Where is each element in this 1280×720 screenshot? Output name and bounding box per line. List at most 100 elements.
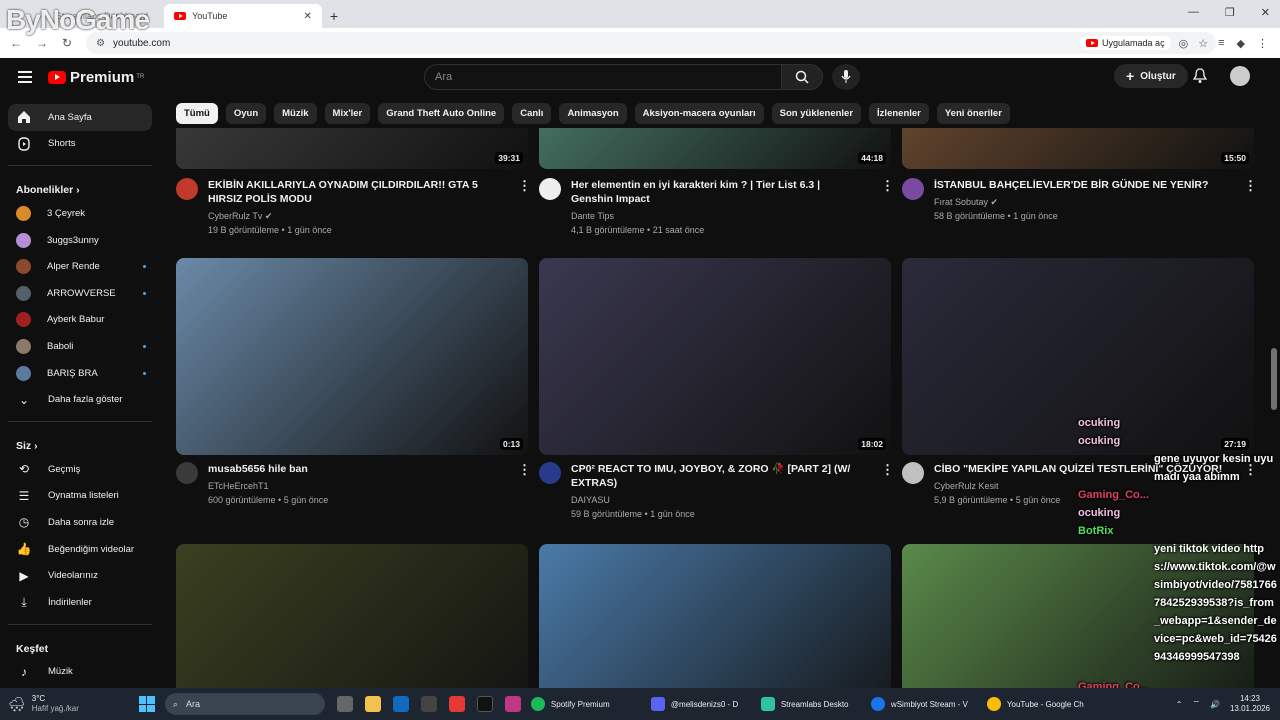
- tray-chevron-icon[interactable]: ⌃: [1176, 700, 1183, 709]
- sidebar-item-downloads[interactable]: ⤓ İndirilenler: [8, 589, 152, 616]
- taskbar-app-chrome[interactable]: YouTube - Google Ch: [986, 697, 1093, 711]
- back-icon[interactable]: ←: [10, 36, 22, 50]
- chip-mixes[interactable]: Mix'ler: [324, 103, 371, 124]
- sidebar-item-sub-3[interactable]: ARROWVERSE: [8, 280, 152, 307]
- subscriptions-heading[interactable]: Abonelikler ›: [0, 174, 160, 200]
- channel-name[interactable]: Fırat Sobutay: [934, 197, 988, 207]
- video-title[interactable]: Her elementin en iyi karakteri kim ? | T…: [571, 178, 861, 206]
- search-input[interactable]: Ara: [424, 64, 782, 90]
- more-actions-icon[interactable]: ⋮: [1244, 178, 1256, 194]
- sidebar-item-sub-0[interactable]: 3 Çeyrek: [8, 200, 152, 227]
- create-button[interactable]: + Oluştur: [1114, 64, 1188, 88]
- volume-icon[interactable]: 🔊: [1210, 700, 1220, 709]
- tab-youtube[interactable]: YouTube ✕: [164, 4, 322, 28]
- chip-all[interactable]: Tümü: [176, 103, 218, 124]
- more-actions-icon[interactable]: ⋮: [881, 462, 894, 478]
- new-tab-button[interactable]: +: [330, 8, 338, 24]
- sidebar-item-your-videos[interactable]: ▶ Videolarınız: [8, 562, 152, 589]
- video-title[interactable]: CP0² REACT TO IMU, JOYBOY, & ZORO 🥀 [PAR…: [571, 462, 861, 490]
- video-thumbnail[interactable]: [539, 544, 891, 688]
- sidebar-item-liked[interactable]: 👍 Beğendiğim videolar: [8, 536, 152, 563]
- taskbar-search[interactable]: ⌕ Ara: [164, 693, 325, 715]
- sidebar-item-history[interactable]: ⟲ Geçmiş: [8, 456, 152, 483]
- sidebar-item-music[interactable]: ♪ Müzik: [8, 659, 152, 686]
- sidebar-item-sub-4[interactable]: Ayberk Babur: [8, 307, 152, 334]
- close-tab-icon[interactable]: ✕: [303, 11, 311, 22]
- chip-watched[interactable]: İzlenenler: [869, 103, 929, 124]
- chip-animation[interactable]: Animasyon: [559, 103, 627, 124]
- account-avatar[interactable]: [1230, 66, 1250, 86]
- channel-avatar[interactable]: [539, 178, 561, 200]
- video-thumbnail[interactable]: 15:50: [902, 128, 1254, 169]
- open-in-app-button[interactable]: Uygulamada aç: [1080, 36, 1171, 50]
- scrollbar-thumb[interactable]: [1271, 348, 1277, 410]
- minimize-button[interactable]: —: [1188, 6, 1199, 19]
- reload-icon[interactable]: ↻: [62, 36, 72, 50]
- tiktok-icon[interactable]: [476, 696, 493, 712]
- sidebar-item-sub-6[interactable]: BARIŞ BRA: [8, 360, 152, 387]
- network-icon[interactable]: ⌔: [1192, 699, 1200, 709]
- channel-name[interactable]: Dante Tips: [571, 211, 614, 221]
- channel-name[interactable]: DAIYASU: [571, 495, 610, 505]
- hide-eye-icon[interactable]: ◎: [1179, 37, 1189, 50]
- windows-start-icon[interactable]: [138, 696, 155, 712]
- notifications-bell-icon[interactable]: [1192, 68, 1208, 89]
- close-window-button[interactable]: ✕: [1261, 6, 1270, 19]
- taskbar-app-spotify[interactable]: Spotify Premium: [530, 697, 641, 711]
- channel-name[interactable]: ETcHeErcehT1: [208, 481, 269, 491]
- site-settings-icon[interactable]: ⚙: [96, 38, 105, 49]
- more-actions-icon[interactable]: ⋮: [881, 178, 894, 194]
- chip-action-adventure[interactable]: Aksiyon-macera oyunları: [634, 103, 764, 124]
- channel-avatar[interactable]: [902, 462, 924, 484]
- instagram-icon[interactable]: [504, 696, 521, 712]
- sidebar-item-playlists[interactable]: ☰ Oynatma listeleri: [8, 483, 152, 510]
- sidebar-item-shorts[interactable]: Shorts: [8, 131, 152, 158]
- sidebar-item-home[interactable]: Ana Sayfa: [8, 104, 152, 131]
- weather-widget[interactable]: 🌨 3°C Hafif yağ./kar: [8, 694, 79, 714]
- sidebar-item-sub-1[interactable]: 3uggs3unny: [8, 227, 152, 254]
- video-title[interactable]: İSTANBUL BAHÇELİEVLER'DE BİR GÜNDE NE YE…: [934, 178, 1224, 192]
- chip-games[interactable]: Oyun: [225, 103, 267, 124]
- sidebar-item-sub-2[interactable]: Alper Rende: [8, 253, 152, 280]
- video-title[interactable]: musab5656 hile ban: [208, 462, 498, 476]
- video-thumbnail[interactable]: 0:13: [176, 258, 528, 455]
- taskbar-app-edge[interactable]: wSimbiyot Stream - V: [870, 697, 977, 711]
- video-thumbnail[interactable]: [176, 544, 528, 688]
- channel-avatar[interactable]: [539, 462, 561, 484]
- more-actions-icon[interactable]: ⋮: [518, 462, 531, 478]
- video-title[interactable]: EKİBİN AKILLARIYLA OYNADIM ÇILDIRDILAR!!…: [208, 178, 498, 206]
- taskbar-app-discord[interactable]: @melisdenizs0 - D: [650, 697, 751, 711]
- maximize-button[interactable]: ❐: [1225, 6, 1235, 19]
- task-view-icon[interactable]: [336, 696, 353, 712]
- chip-new[interactable]: Yeni öneriler: [936, 103, 1010, 124]
- sidebar-item-sub-5[interactable]: Baboli: [8, 333, 152, 360]
- chip-recent[interactable]: Son yüklenenler: [771, 103, 862, 124]
- voice-search-button[interactable]: [832, 64, 860, 90]
- clock[interactable]: 14:23 13.01.2026: [1230, 694, 1270, 714]
- address-bar[interactable]: ⚙ youtube.com Uygulamada aç ◎ ☆: [86, 32, 1217, 54]
- chip-live[interactable]: Canlı: [512, 103, 552, 124]
- show-more-button[interactable]: ⌄ Daha fazla göster: [8, 386, 152, 413]
- taskbar-app-streamlabs[interactable]: Streamlabs Deskto: [760, 697, 861, 711]
- more-actions-icon[interactable]: ⋮: [518, 178, 531, 194]
- channel-name[interactable]: CyberRulz Kesit: [934, 481, 999, 491]
- outlook-icon[interactable]: [392, 696, 409, 712]
- chip-gta-online[interactable]: Grand Theft Auto Online: [378, 103, 505, 124]
- video-thumbnail[interactable]: 18:02: [539, 258, 891, 455]
- video-thumbnail[interactable]: 44:18: [539, 128, 891, 169]
- extension-icon[interactable]: ◆: [1237, 37, 1245, 50]
- file-explorer-icon[interactable]: [364, 696, 381, 712]
- search-button[interactable]: [781, 64, 823, 90]
- channel-name[interactable]: CyberRulz Tv: [208, 211, 262, 221]
- bookmark-star-icon[interactable]: ☆: [1198, 37, 1208, 50]
- sidebar-item-watch-later[interactable]: ◷ Daha sonra izle: [8, 509, 152, 536]
- menu-icon[interactable]: [18, 68, 32, 86]
- youtube-icon[interactable]: [448, 696, 465, 712]
- forward-icon[interactable]: →: [36, 36, 48, 50]
- channel-avatar[interactable]: [176, 178, 198, 200]
- chip-music[interactable]: Müzik: [274, 103, 317, 124]
- chrome-menu-icon[interactable]: ⋮: [1257, 37, 1268, 50]
- xbox-icon[interactable]: [420, 696, 437, 712]
- reading-list-icon[interactable]: ≡: [1218, 37, 1224, 50]
- you-heading[interactable]: Siz ›: [0, 430, 160, 456]
